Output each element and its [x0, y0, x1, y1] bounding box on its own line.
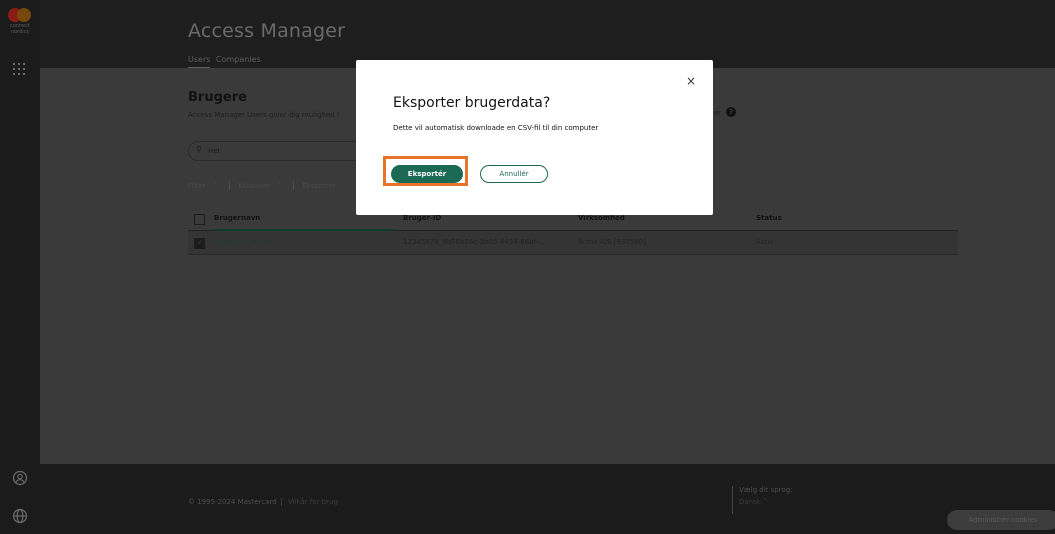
column-header-status[interactable]: Status	[756, 214, 782, 222]
cell-username[interactable]: Andersen, Helle	[214, 238, 269, 246]
user-profile-icon[interactable]	[12, 470, 28, 486]
close-icon[interactable]: ×	[686, 75, 696, 87]
row-checkbox[interactable]: ✓	[194, 238, 205, 249]
app-title: Access Manager	[188, 20, 346, 42]
cell-user-id: 12345678_9b06a56c-3b05-4494-86bf-...	[403, 238, 545, 246]
column-header-company[interactable]: Virksomhed	[578, 214, 625, 222]
dialog-description: Dette vil automatisk downloade en CSV-fi…	[393, 124, 599, 132]
select-all-checkbox[interactable]	[194, 214, 205, 225]
cancel-button[interactable]: Annullér	[480, 165, 548, 183]
app-grid-icon[interactable]	[13, 63, 27, 77]
language-value[interactable]: Dansk ˅	[739, 498, 793, 506]
connect-nordics-logo[interactable]: connect nordics	[8, 8, 32, 38]
page-description: Access Manager Users giver dig mulighed …	[188, 111, 340, 119]
footer: © 1995-2024 Mastercard Vilkår for brug V…	[40, 464, 1055, 534]
column-header-user-id[interactable]: Bruger-ID	[403, 214, 441, 222]
users-table: Brugernavn Bruger-ID Virksomhed Status ✓…	[188, 208, 958, 255]
language-label: Vælg dit sprog:	[739, 486, 793, 494]
tab-users[interactable]: Users	[188, 55, 211, 69]
export-link[interactable]: Eksportér	[302, 182, 336, 190]
page-title: Brugere	[188, 90, 247, 105]
page-description-tail: er	[714, 109, 722, 117]
info-icon[interactable]: ?	[726, 107, 736, 117]
globe-icon[interactable]	[12, 508, 28, 524]
table-toolbar: Filter ˅ Kolonner ˅ Eksportér	[188, 181, 342, 190]
filter-button[interactable]: Filter ˅	[188, 182, 217, 190]
dialog-title: Eksporter brugerdata?	[393, 95, 551, 111]
cell-company: Acme A/S [937590]	[578, 238, 646, 246]
search-icon: ⚲	[196, 145, 202, 154]
manage-cookies-button[interactable]: Administrér cookies	[947, 510, 1055, 530]
cell-status: Aktiv	[756, 238, 774, 246]
search-input[interactable]: ⚲ Hel	[188, 141, 365, 161]
copyright: © 1995-2024 Mastercard Vilkår for brug	[188, 498, 338, 506]
table-row[interactable]: ✓ Andersen, Helle 12345678_9b06a56c-3b05…	[188, 231, 958, 255]
language-selector[interactable]: Vælg dit sprog: Dansk ˅	[732, 486, 793, 514]
app-header: Access Manager Users Companies	[40, 0, 1055, 69]
left-rail: connect nordics	[0, 0, 40, 534]
tab-companies[interactable]: Companies	[216, 55, 261, 64]
columns-button[interactable]: Kolonner ˅	[238, 182, 281, 190]
column-header-username[interactable]: Brugernavn	[214, 214, 260, 222]
export-dialog: × Eksporter brugerdata? Dette vil automa…	[356, 60, 713, 215]
terms-link[interactable]: Vilkår for brug	[288, 498, 338, 506]
search-value: Hel	[208, 147, 220, 155]
export-button[interactable]: Eksportér	[391, 165, 463, 183]
